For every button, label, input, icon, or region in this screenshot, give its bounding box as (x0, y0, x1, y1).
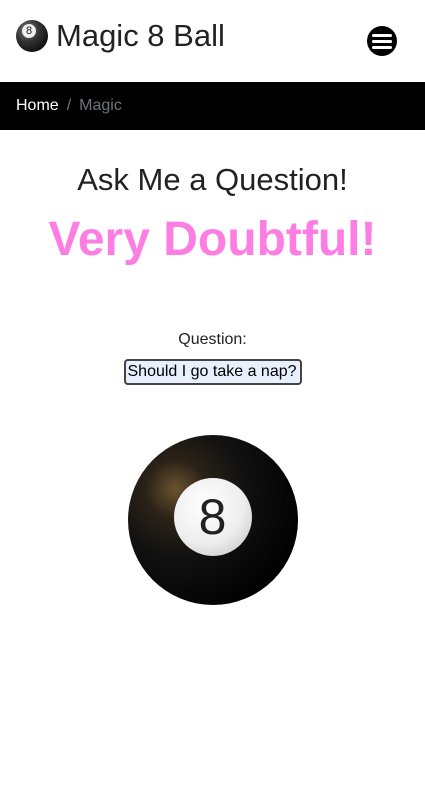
8-ball-icon (16, 20, 48, 52)
breadcrumb-current: Magic (79, 97, 122, 114)
page-heading: Ask Me a Question! (77, 162, 348, 197)
ball-number: 8 (173, 478, 252, 556)
breadcrumb: Home / Magic (0, 82, 425, 130)
breadcrumb-home[interactable]: Home (16, 97, 59, 115)
header: Magic 8 Ball (0, 0, 425, 82)
breadcrumb-separator: / (66, 97, 72, 114)
hamburger-menu-icon[interactable] (367, 26, 397, 56)
app-title: Magic 8 Ball (56, 18, 225, 53)
answer-text: Very Doubtful! (48, 213, 377, 266)
question-input[interactable] (123, 359, 302, 385)
question-label: Question: (178, 331, 247, 348)
brand[interactable]: Magic 8 Ball (16, 18, 225, 54)
magic-8-ball[interactable]: 8 (127, 435, 298, 605)
